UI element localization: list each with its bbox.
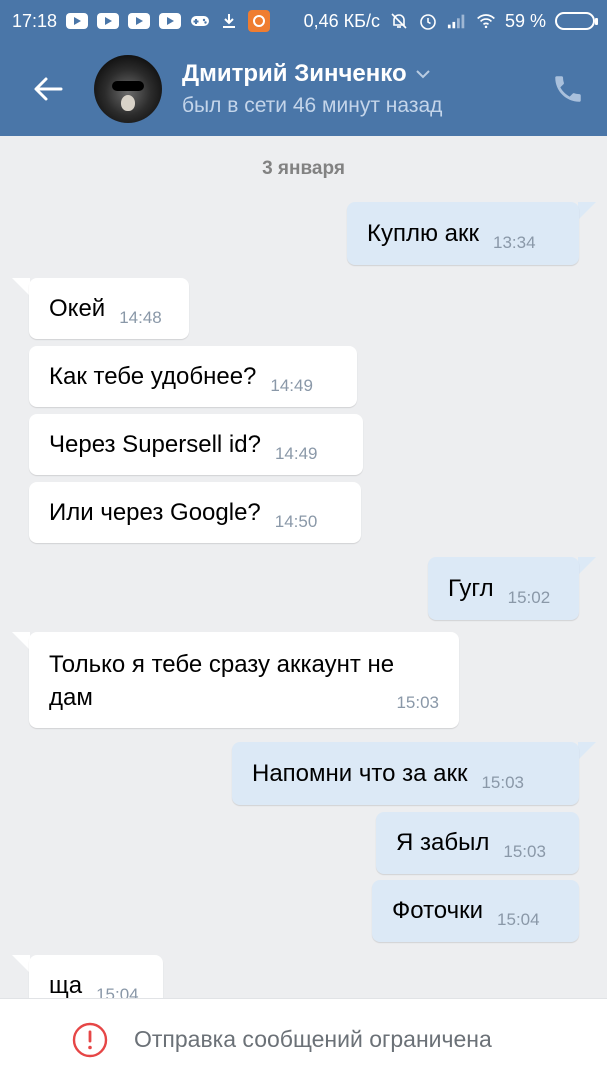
bubble-tail	[578, 202, 596, 220]
message-text: Окей	[49, 294, 106, 322]
message-incoming[interactable]: Или через Google? 14:50	[29, 482, 361, 543]
message-outgoing[interactable]: Гугл 15:02	[428, 557, 579, 620]
message-time: 14:49	[274, 443, 318, 463]
gamepad-icon	[190, 11, 210, 31]
warning-icon	[72, 1022, 108, 1057]
status-bar: 17:18 0,46 КБ/с 59 %	[0, 0, 607, 42]
message-restriction-bar: Отправка сообщений ограничена	[0, 998, 607, 1080]
youtube-notification-icon	[128, 13, 151, 29]
message-incoming[interactable]: Как тебе удобнее? 14:49	[29, 346, 357, 407]
message-list[interactable]: 3 января Куплю акк 13:34 Окей 14:48 Как …	[0, 136, 607, 998]
battery-percent: 59 %	[504, 10, 546, 31]
message-incoming[interactable]: ща 15:04	[29, 955, 163, 998]
message-text: Или через Google?	[49, 498, 261, 526]
message-time: 14:49	[270, 375, 313, 395]
message-outgoing[interactable]: Куплю акк 13:34	[347, 202, 579, 265]
download-icon	[219, 11, 239, 31]
message-incoming[interactable]: Окей 14:48	[29, 278, 189, 339]
contact-info[interactable]: Дмитрий Зинченко был в сети 46 минут наз…	[182, 60, 442, 118]
message-text: Напомни что за акк	[252, 759, 468, 787]
restriction-text: Отправка сообщений ограничена	[134, 1026, 492, 1052]
message-time: 15:02	[507, 587, 551, 607]
call-button[interactable]	[551, 72, 585, 106]
youtube-notification-icon	[97, 13, 120, 29]
message-text: Куплю акк	[367, 219, 479, 247]
bubble-tail	[578, 742, 596, 760]
message-text-line: Только я тебе сразу аккаунт не	[49, 651, 395, 678]
app-notification-icon	[248, 10, 271, 32]
alarm-icon	[418, 11, 438, 31]
chevron-down-icon	[415, 70, 430, 79]
chat-header: Дмитрий Зинченко был в сети 46 минут наз…	[0, 42, 607, 136]
message-outgoing[interactable]: Фоточки 15:04	[372, 880, 579, 942]
message-time: 15:04	[96, 984, 139, 999]
youtube-notification-icon	[66, 13, 89, 29]
bubble-tail	[12, 278, 30, 296]
message-outgoing[interactable]: Я забыл 15:03	[376, 812, 579, 874]
signal-icon	[447, 11, 467, 31]
message-time: 15:03	[396, 693, 439, 712]
bubble-tail	[12, 955, 30, 973]
arrow-left-icon	[34, 77, 63, 101]
back-button[interactable]	[0, 42, 96, 136]
network-speed: 0,46 КБ/с	[303, 10, 380, 31]
message-time: 15:03	[481, 772, 525, 792]
message-time: 15:04	[497, 910, 540, 929]
wifi-icon	[476, 11, 496, 31]
bubble-tail	[578, 557, 596, 575]
date-separator: 3 января	[262, 158, 345, 179]
last-seen-status: был в сети 46 минут назад	[182, 94, 443, 117]
message-text: ща	[49, 971, 83, 999]
message-text: Я забыл	[396, 829, 490, 856]
message-time: 14:50	[274, 511, 318, 531]
bubble-tail	[12, 632, 30, 650]
avatar[interactable]	[94, 55, 162, 123]
message-text-line: дам	[49, 684, 93, 711]
message-text: Как тебе удобнее?	[49, 362, 257, 390]
message-text: Гугл	[448, 574, 494, 602]
message-time: 14:48	[119, 307, 162, 327]
youtube-notification-icon	[159, 13, 182, 29]
phone-icon	[555, 76, 581, 102]
clock: 17:18	[12, 10, 58, 31]
message-incoming[interactable]: Только я тебе сразу аккаунт не дам 15:03	[29, 632, 459, 728]
contact-name: Дмитрий Зинченко	[182, 60, 407, 87]
message-outgoing[interactable]: Напомни что за акк 15:03	[232, 742, 579, 805]
message-time: 13:34	[493, 232, 536, 252]
mute-icon	[389, 11, 409, 31]
battery-icon	[555, 12, 598, 30]
message-text: Фоточки	[392, 897, 484, 924]
message-incoming[interactable]: Через Supersell id? 14:49	[29, 414, 363, 475]
message-time: 15:03	[503, 842, 546, 861]
message-text: Через Supersell id?	[49, 430, 261, 458]
